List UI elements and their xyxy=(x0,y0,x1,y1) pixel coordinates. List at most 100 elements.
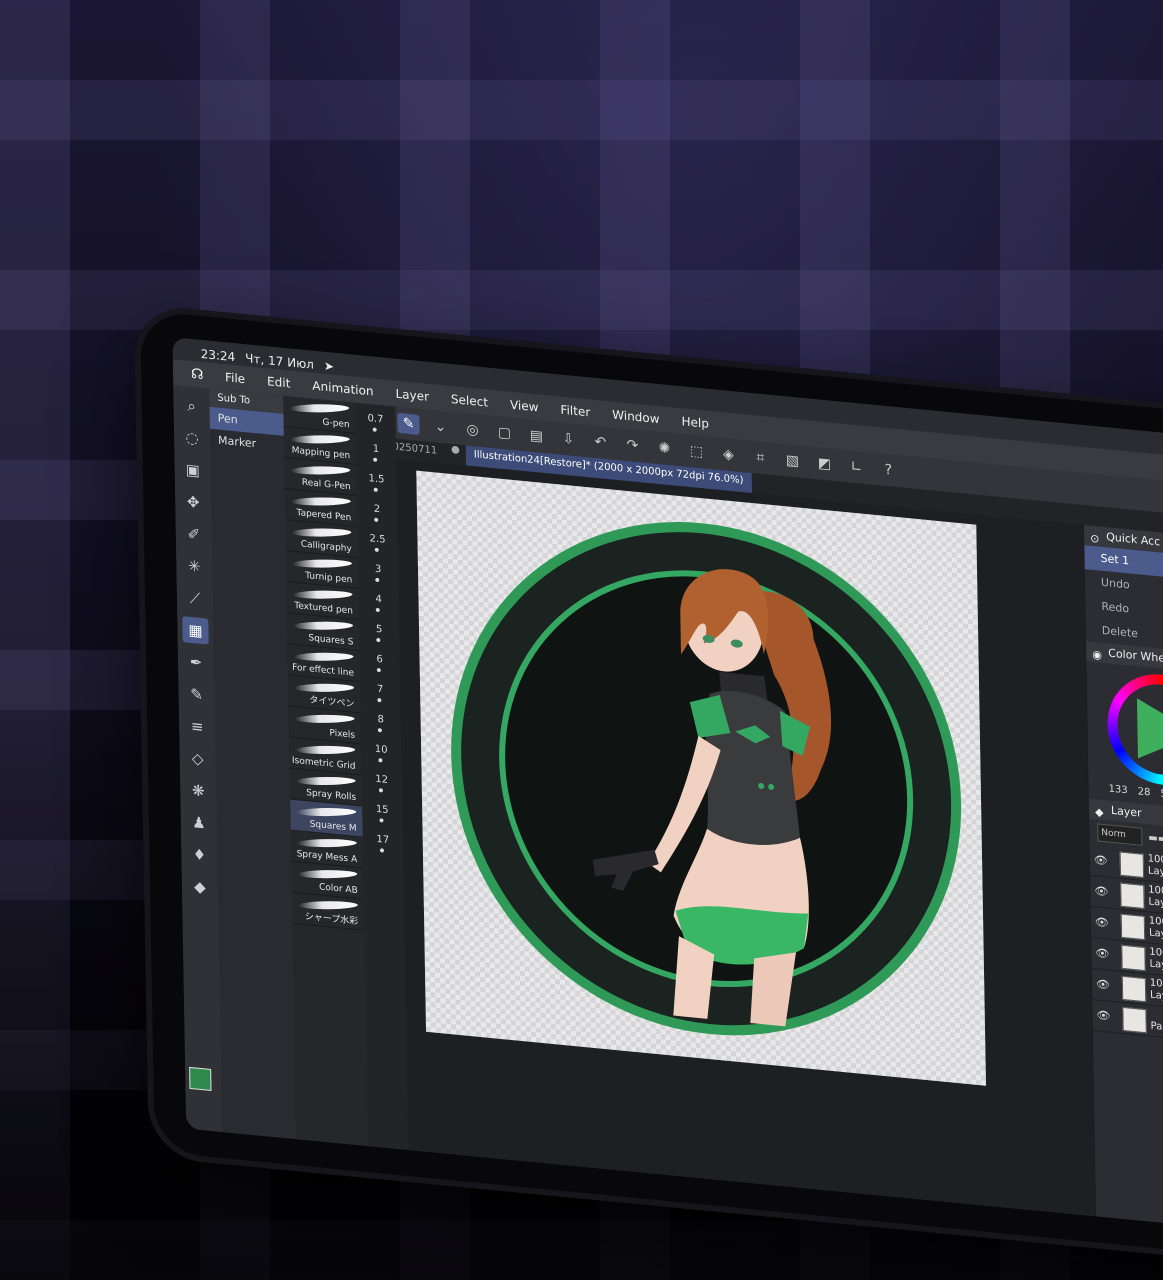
transform-icon[interactable]: ⌗ xyxy=(749,447,771,469)
brush-stroke-preview xyxy=(290,466,351,475)
lines-icon[interactable]: ≡ xyxy=(184,712,210,741)
eye-icon[interactable]: 👁 xyxy=(1096,977,1110,991)
move-icon[interactable]: ✥ xyxy=(180,488,206,517)
app-logo-icon[interactable]: ☊ xyxy=(191,366,207,384)
blend-mode-select[interactable]: Norm xyxy=(1097,823,1143,846)
brush-stroke-preview xyxy=(291,559,353,568)
brush-label: Real G-Pen xyxy=(301,477,351,493)
companion-icon[interactable]: ◎ xyxy=(461,419,483,441)
brush-label: Color AB xyxy=(318,882,358,897)
pen-icon[interactable]: ✒ xyxy=(183,648,209,677)
brush-item[interactable]: シャープ水彩 xyxy=(291,892,365,931)
brush-label: シャープ水彩 xyxy=(304,911,359,928)
fill-icon[interactable]: ◩ xyxy=(813,453,835,475)
menu-file[interactable]: File xyxy=(225,370,245,386)
brush-stroke-preview xyxy=(297,869,358,879)
brush-size-item[interactable]: 10 xyxy=(361,733,402,767)
undo-icon[interactable]: ↶ xyxy=(589,431,611,453)
canvas-area[interactable] xyxy=(396,458,1097,1217)
canvas-paper[interactable] xyxy=(416,470,986,1086)
brush-size-item[interactable]: 6 xyxy=(359,643,400,677)
tablet-screen: 23:24 Чт, 17 Июл ➤ ☊ File Edit Animation… xyxy=(172,337,1163,1231)
eye-icon[interactable]: 👁 xyxy=(1095,946,1109,960)
brush-size-item[interactable]: 8 xyxy=(360,703,401,737)
brush-label: Turnip pen xyxy=(305,570,353,586)
hue-value[interactable]: 133 xyxy=(1108,783,1127,796)
grid-tool-icon[interactable]: ▦ xyxy=(182,616,209,645)
ruler-icon[interactable]: ∟ xyxy=(845,456,867,478)
brush-label: Squares M xyxy=(309,819,357,834)
magic-wand-icon[interactable]: ✳ xyxy=(181,552,207,581)
layer-row[interactable]: 👁 Paper xyxy=(1092,999,1163,1046)
lasso-icon[interactable]: ◌ xyxy=(179,424,205,453)
menu-view[interactable]: View xyxy=(510,398,539,415)
figure-icon[interactable]: ♟ xyxy=(186,808,212,837)
brush-size-item[interactable]: 2 xyxy=(357,493,398,527)
eye-icon[interactable]: 👁 xyxy=(1096,1008,1110,1022)
save-icon[interactable]: ⇩ xyxy=(557,428,579,450)
open-folder-icon[interactable]: ▤ xyxy=(525,425,547,447)
layer-name: Layer 13 xyxy=(1147,865,1163,880)
eye-icon[interactable]: 👁 xyxy=(1095,915,1109,929)
eye-icon[interactable]: 👁 xyxy=(1094,853,1108,867)
layer-name: Layer 9 xyxy=(1148,896,1163,911)
brush-size-item[interactable]: 3 xyxy=(358,553,399,587)
brush-stroke-preview xyxy=(295,745,356,755)
brush-size-item[interactable]: 5 xyxy=(359,613,400,647)
color-wheel-icon: ◉ xyxy=(1092,647,1102,662)
layer-name: Paper xyxy=(1150,1020,1163,1035)
layer-thumbnail xyxy=(1121,975,1147,1003)
eraser-icon[interactable]: ◇ xyxy=(184,744,210,773)
brush-size-item[interactable]: 1 xyxy=(356,433,397,467)
brush-size-item[interactable]: 1.5 xyxy=(356,463,397,497)
drops-icon[interactable]: ♦ xyxy=(186,841,212,870)
auto-select-icon[interactable]: ✐ xyxy=(181,520,207,549)
menu-window[interactable]: Window xyxy=(612,408,660,427)
brush-stroke-preview xyxy=(295,776,357,786)
menu-layer[interactable]: Layer xyxy=(395,387,429,404)
saturation-value[interactable]: 28 xyxy=(1138,786,1151,798)
blend-icon[interactable]: ❋ xyxy=(185,776,211,805)
menu-animation[interactable]: Animation xyxy=(312,379,373,399)
eyedropper-icon[interactable]: ⟋ xyxy=(182,584,208,613)
brush-size-item[interactable]: 7 xyxy=(360,673,401,707)
menu-help[interactable]: Help xyxy=(681,414,709,431)
chevron-down-icon[interactable]: ⌄ xyxy=(429,416,451,438)
menu-edit[interactable]: Edit xyxy=(267,374,290,390)
brush-stroke-preview xyxy=(296,807,357,817)
redo-icon[interactable]: ↷ xyxy=(621,434,643,456)
layer-thumbnail xyxy=(1120,882,1145,910)
new-file-icon[interactable]: ▢ xyxy=(493,422,515,444)
brush-stroke-preview xyxy=(292,621,354,631)
layer-name: Layer 11 xyxy=(1150,989,1163,1005)
brush-icon[interactable]: ✎ xyxy=(183,680,209,709)
fill-tool-icon[interactable]: ◆ xyxy=(187,873,213,902)
help-bubble-icon[interactable]: ? xyxy=(877,459,899,481)
clear-icon[interactable]: ▧ xyxy=(781,450,803,472)
brush-size-item[interactable]: 0.7 xyxy=(355,403,396,437)
opacity-slider-icon[interactable]: ▬▬ xyxy=(1148,832,1163,845)
brush-size-item[interactable]: 2.5 xyxy=(357,523,398,557)
brush-size-item[interactable]: 12 xyxy=(362,763,403,797)
brush-size-item[interactable]: 4 xyxy=(358,583,399,617)
menu-select[interactable]: Select xyxy=(451,392,488,410)
color-wheel[interactable] xyxy=(1106,669,1163,791)
operation-icon[interactable]: ▣ xyxy=(179,456,205,485)
main-color-swatch[interactable] xyxy=(189,1066,212,1092)
layer-thumbnail xyxy=(1121,944,1146,972)
zoom-icon[interactable]: ⌕ xyxy=(178,392,204,421)
brush-stroke-preview xyxy=(296,838,358,848)
brush-size-item[interactable]: 15 xyxy=(362,793,403,827)
eye-icon[interactable]: 👁 xyxy=(1094,884,1108,898)
menu-filter[interactable]: Filter xyxy=(560,403,590,420)
tablet-device: 23:24 Чт, 17 Июл ➤ ☊ File Edit Animation… xyxy=(140,310,1163,1258)
loading-icon[interactable]: ✺ xyxy=(653,438,675,460)
color-swatches[interactable] xyxy=(189,1066,219,1099)
edit-pen-icon[interactable]: ✎ xyxy=(397,412,420,435)
brush-label: Pixels xyxy=(329,728,356,741)
brush-stroke-preview xyxy=(291,528,352,537)
color-triangle[interactable] xyxy=(1136,698,1163,765)
fill-bucket-icon[interactable]: ◈ xyxy=(717,444,739,466)
brush-size-item[interactable]: 17 xyxy=(363,824,404,858)
select-area-icon[interactable]: ⬚ xyxy=(685,441,707,463)
